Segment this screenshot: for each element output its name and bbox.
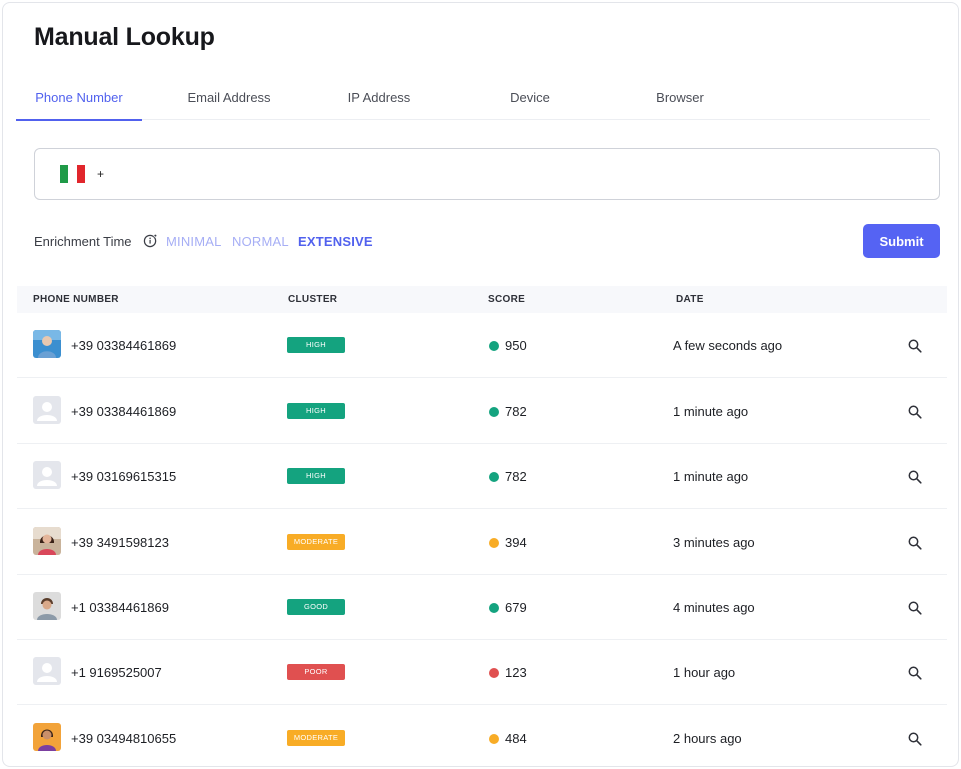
tab-email-address[interactable]: Email Address [166, 75, 292, 120]
date-value: A few seconds ago [673, 338, 783, 353]
phone-number: +39 03494810655 [71, 731, 177, 746]
phone-number: +39 3491598123 [71, 535, 169, 550]
cluster-badge: HIGH [287, 337, 345, 353]
phone-number-input[interactable]: + [34, 148, 940, 200]
search-icon[interactable] [908, 732, 922, 746]
table-row[interactable]: +39 3491598123 MODERATE 394 3 minutes ag… [17, 510, 947, 575]
score-value: 123 [505, 665, 527, 680]
table-row[interactable]: +39 03169615315 HIGH 782 1 minute ago [17, 444, 947, 509]
score-value: 394 [505, 535, 527, 550]
date-value: 4 minutes ago [673, 600, 755, 615]
column-header-score: SCORE [488, 294, 526, 305]
search-icon[interactable] [908, 339, 922, 353]
avatar [33, 723, 61, 751]
enrichment-option-normal[interactable]: NORMAL [232, 234, 289, 249]
table-row[interactable]: +1 9169525007 POOR 123 1 hour ago [17, 640, 947, 705]
cluster-badge: MODERATE [287, 534, 345, 550]
score-dot [489, 603, 499, 613]
score-value: 950 [505, 338, 527, 353]
table-row[interactable]: +39 03384461869 HIGH 782 1 minute ago [17, 379, 947, 444]
avatar-placeholder [33, 396, 61, 424]
score-dot [489, 734, 499, 744]
score-dot [489, 472, 499, 482]
score-value: 782 [505, 469, 527, 484]
tab-device[interactable]: Device [467, 75, 593, 120]
lookup-tabs: Phone Number Email Address IP Address De… [16, 75, 930, 121]
tab-phone-number[interactable]: Phone Number [16, 75, 142, 121]
cluster-badge: POOR [287, 664, 345, 680]
date-value: 1 minute ago [673, 469, 749, 484]
tab-browser[interactable]: Browser [617, 75, 743, 120]
italy-flag-icon[interactable] [60, 165, 85, 183]
phone-number: +39 03384461869 [71, 338, 177, 353]
date-value: 2 hours ago [673, 731, 742, 746]
enrichment-option-minimal[interactable]: MINIMAL [166, 234, 222, 249]
score-value: 484 [505, 731, 527, 746]
avatar [33, 330, 61, 358]
score-dot [489, 341, 499, 351]
phone-number: +39 03384461869 [71, 404, 177, 419]
cluster-badge: GOOD [287, 599, 345, 615]
tab-ip-address[interactable]: IP Address [316, 75, 442, 120]
table-row[interactable]: +39 03494810655 MODERATE 484 2 hours ago [17, 705, 947, 766]
cluster-badge: MODERATE [287, 730, 345, 746]
manual-lookup-card: Manual Lookup Phone Number Email Address… [2, 2, 959, 767]
enrichment-time-label: Enrichment Time [34, 234, 132, 249]
score-value: 679 [505, 600, 527, 615]
score-value: 782 [505, 404, 527, 419]
phone-number: +1 03384461869 [71, 600, 169, 615]
date-value: 3 minutes ago [673, 535, 755, 550]
score-dot [489, 407, 499, 417]
search-icon[interactable] [908, 666, 922, 680]
avatar-placeholder [33, 461, 61, 489]
table-header: PHONE NUMBER CLUSTER SCORE DATE [17, 286, 947, 313]
table-row[interactable]: +1 03384461869 GOOD 679 4 minutes ago [17, 575, 947, 640]
enrichment-option-extensive[interactable]: EXTENSIVE [298, 234, 373, 249]
date-value: 1 minute ago [673, 404, 749, 419]
search-icon[interactable] [908, 601, 922, 615]
column-header-date: DATE [676, 294, 704, 305]
search-icon[interactable] [908, 405, 922, 419]
column-header-phone: PHONE NUMBER [33, 294, 119, 305]
dial-code-prefix: + [97, 167, 105, 181]
cluster-badge: HIGH [287, 468, 345, 484]
cluster-badge: HIGH [287, 403, 345, 419]
score-dot [489, 668, 499, 678]
avatar [33, 592, 61, 620]
info-icon[interactable] [143, 233, 158, 248]
search-icon[interactable] [908, 536, 922, 550]
column-header-cluster: CLUSTER [288, 294, 338, 305]
phone-number: +39 03169615315 [71, 469, 177, 484]
search-icon[interactable] [908, 470, 922, 484]
avatar [33, 527, 61, 555]
score-dot [489, 538, 499, 548]
submit-button[interactable]: Submit [863, 224, 940, 258]
date-value: 1 hour ago [673, 665, 736, 680]
avatar-placeholder [33, 657, 61, 685]
table-row[interactable]: +39 03384461869 HIGH 950 A few seconds a… [17, 313, 947, 378]
phone-number: +1 9169525007 [71, 665, 162, 680]
page-title: Manual Lookup [34, 23, 215, 51]
